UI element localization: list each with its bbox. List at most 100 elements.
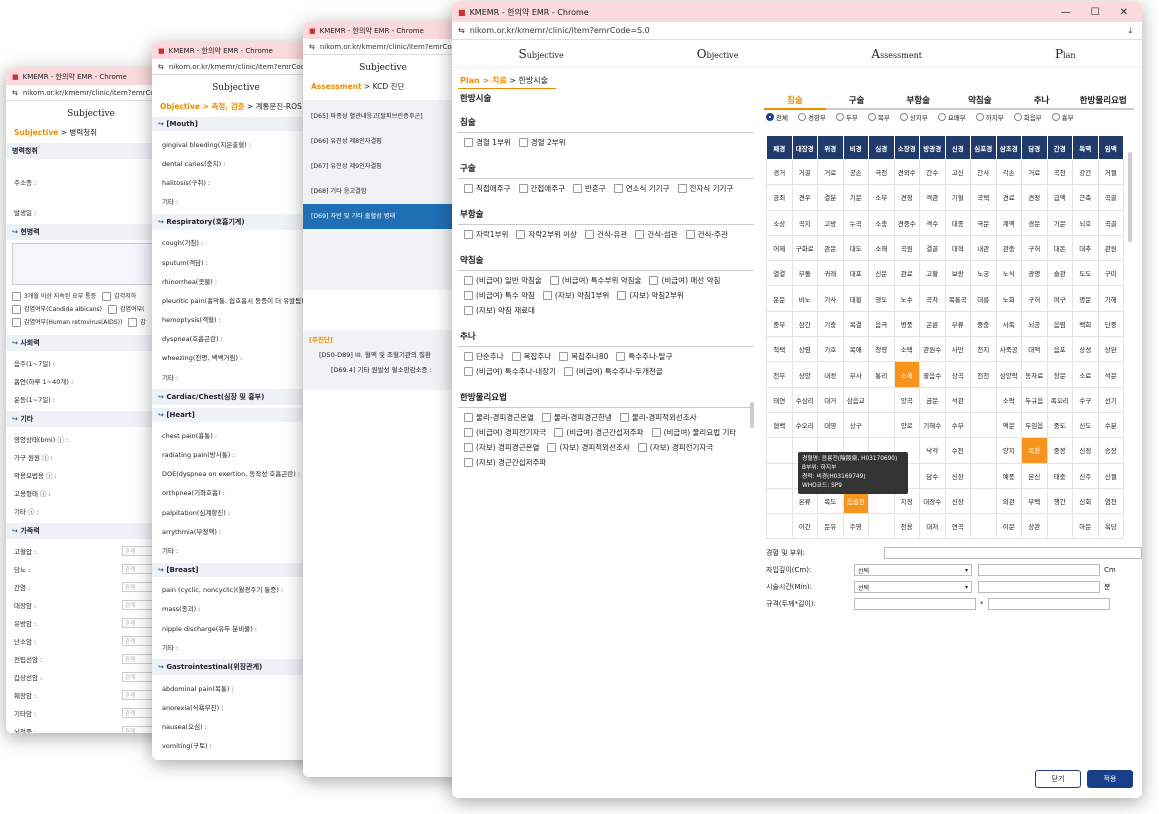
acupoint-cell[interactable]: 태충 — [1046, 462, 1073, 489]
acupoint-cell[interactable]: 음렴 — [1046, 310, 1073, 338]
procedure-option[interactable]: (비급여) 특수부위 약침술 — [549, 275, 641, 286]
checkbox[interactable] — [464, 413, 473, 422]
procedure-option[interactable]: 물리-경피경근한냉 — [541, 412, 612, 423]
acupoint-cell[interactable]: 신정 — [1072, 437, 1099, 464]
acupoint-cell[interactable]: 상관 — [1021, 513, 1048, 540]
acupoint-cell[interactable]: 곡택 — [970, 184, 997, 211]
kcd-item[interactable]: [D66] 유전성 제8인자결핍 — [303, 129, 463, 154]
acupoint-cell[interactable]: 신장 — [944, 487, 971, 515]
acupoint-cell[interactable]: 구미 — [1097, 260, 1124, 287]
acupoint-cell[interactable]: 곡천 — [1046, 158, 1073, 186]
tab-4[interactable]: 추나 — [1010, 94, 1073, 110]
checkbox[interactable] — [649, 276, 659, 285]
acupoint-cell[interactable]: 관충 — [995, 234, 1022, 262]
acupoint-cell[interactable]: 근축 — [1072, 184, 1099, 211]
acupoint-cell[interactable]: 소락 — [995, 386, 1022, 413]
spec-length[interactable] — [987, 598, 1110, 610]
scrollbar[interactable] — [750, 402, 754, 428]
acupoint-cell[interactable]: 중도 — [1046, 411, 1073, 439]
checkbox[interactable] — [559, 352, 569, 361]
tab-0[interactable]: 침술 — [764, 94, 826, 110]
acupoint-cell[interactable]: 태연 — [766, 386, 793, 413]
acupoint-cell[interactable]: 상성 — [1072, 336, 1099, 363]
acupoint-cell[interactable]: 사독 — [995, 310, 1022, 338]
checkbox[interactable] — [635, 230, 645, 239]
procedure-option[interactable]: (자보) 약침2부위 — [617, 290, 684, 301]
procedure-option[interactable]: (자보) 경피전기자극 — [637, 442, 713, 453]
acupoint-cell[interactable]: 낙각 — [919, 437, 946, 464]
acupoint-cell[interactable]: 염천 — [1097, 487, 1124, 515]
checkbox[interactable] — [108, 305, 118, 314]
procedure-option[interactable]: 건식-유관 — [584, 229, 627, 240]
acupoint-cell[interactable]: 격수 — [919, 209, 946, 236]
crumb-a[interactable]: Objective > 측정, 검증 — [160, 102, 245, 111]
acupoint-cell[interactable]: 간사 — [970, 158, 997, 186]
region-radio[interactable]: 상지부 — [899, 112, 928, 122]
acupoint-cell[interactable]: 계맥 — [995, 209, 1022, 236]
acupoint-cell[interactable]: 격관 — [919, 184, 946, 211]
acupoint-cell[interactable]: 구허 — [1021, 285, 1048, 312]
checkbox[interactable] — [651, 428, 661, 437]
checkbox[interactable] — [677, 184, 687, 193]
kcd-item[interactable]: [D67] 유전성 제9인자결핍 — [303, 154, 463, 179]
checkbox[interactable] — [516, 230, 526, 239]
acupoint-cell[interactable]: 극천 — [868, 158, 895, 186]
acupoint-cell[interactable]: 부돌 — [791, 260, 818, 287]
procedure-option[interactable]: (자보) 경피경근온열 — [464, 442, 539, 453]
acupoint-cell[interactable]: 기해 — [1097, 285, 1124, 312]
acupoint-cell[interactable]: 삼음교 — [842, 386, 869, 413]
acupoint-cell[interactable]: 통리 — [868, 361, 895, 388]
region-radio[interactable]: 경항부 — [797, 112, 826, 122]
procedure-option[interactable]: 간접애주구 — [518, 183, 565, 194]
checkbox[interactable] — [12, 318, 21, 327]
acupoint-cell[interactable]: 사죽공 — [995, 336, 1022, 363]
acupoint-cell[interactable]: 행간 — [1046, 487, 1073, 515]
maximize-icon[interactable]: ☐ — [1091, 7, 1100, 18]
procedure-option[interactable]: 건식-주관 — [685, 229, 728, 240]
acupoint-cell[interactable]: 관문 — [817, 234, 844, 262]
checkbox[interactable] — [563, 367, 573, 376]
procedure-option[interactable]: (비급여) 경근간섭저주파 — [554, 427, 644, 438]
acupoint-cell[interactable]: 곡차 — [919, 285, 946, 312]
acupoint-cell[interactable]: 양로 — [893, 411, 920, 439]
acupoint-cell[interactable]: 관료 — [893, 260, 920, 287]
acupoint-cell[interactable]: 기호 — [817, 336, 844, 363]
acupoint-cell[interactable]: 대맥 — [1021, 336, 1048, 363]
acupoint-cell[interactable]: 견중수 — [893, 209, 920, 236]
depth-select[interactable]: 선택 ▾ — [854, 564, 972, 576]
minimize-icon[interactable]: — — [1061, 7, 1071, 18]
tab-3[interactable]: 약침술 — [949, 94, 1011, 110]
acupoint-cell[interactable]: 노궁 — [970, 260, 997, 287]
soap-tab[interactable]: Objective — [697, 47, 739, 61]
acupoint-cell[interactable]: 강간 — [1072, 158, 1099, 186]
acupoint-cell[interactable]: 수부 — [944, 411, 971, 439]
checkbox[interactable] — [511, 352, 521, 361]
acupoint-cell[interactable]: 중충 — [970, 310, 997, 338]
acupoint-cell[interactable]: 이간 — [791, 513, 818, 540]
acupoint-cell[interactable]: 양지 — [995, 437, 1022, 464]
history-check[interactable]: 감염여부(Candida albicans) — [12, 303, 102, 316]
acupoint-cell[interactable]: 내정 — [817, 361, 844, 388]
acupoint-cell[interactable]: 부사 — [842, 361, 869, 388]
acupoint-cell[interactable]: 곤륜 — [919, 310, 946, 338]
acupoint-cell[interactable]: 천용 — [893, 513, 920, 540]
acupoint-cell[interactable]: 대영 — [817, 411, 844, 439]
acupoint-cell[interactable]: 예풍 — [995, 462, 1022, 489]
checkbox[interactable] — [518, 138, 528, 147]
acupoint-cell[interactable]: 수분 — [1097, 411, 1124, 439]
history-check[interactable]: 감염여부( — [108, 303, 144, 316]
acupoint-cell[interactable]: 거궐 — [1097, 158, 1124, 186]
acupoint-cell[interactable]: 대횡 — [842, 285, 869, 312]
acupoint-cell[interactable]: 기해수 — [919, 411, 946, 439]
procedure-option[interactable]: 경혈 2부위 — [518, 137, 566, 148]
acupoint-cell[interactable]: 슬관 — [1046, 260, 1073, 287]
checkbox[interactable] — [102, 292, 112, 301]
info-icon[interactable]: ⓘ : — [44, 472, 57, 480]
acupoint-cell[interactable]: 소부 — [868, 184, 895, 211]
procedure-option[interactable]: 반흔구 — [573, 183, 606, 194]
procedure-option[interactable]: 단순추나 — [464, 351, 504, 362]
acupoint-cell[interactable]: 기사 — [817, 285, 844, 312]
acupoint-cell[interactable]: 양곡 — [893, 386, 920, 413]
checkbox[interactable] — [617, 291, 627, 300]
procedure-option[interactable]: (자보) 약침 재료대 — [464, 305, 535, 316]
